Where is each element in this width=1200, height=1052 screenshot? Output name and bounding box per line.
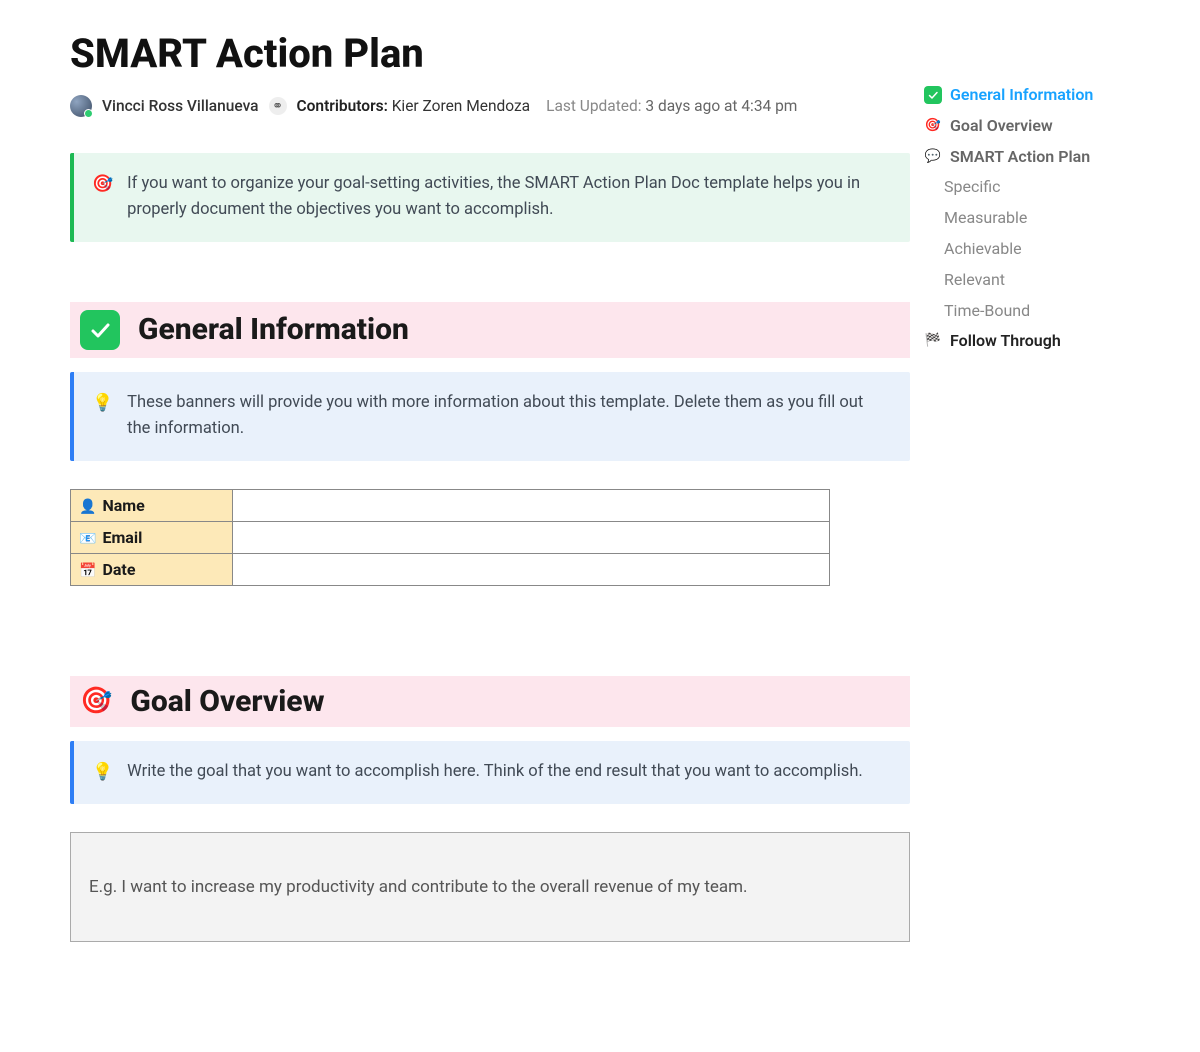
table-row: 👤Name [71,489,830,521]
field-input-email[interactable] [233,521,830,553]
contributors-icon: ⚭ [269,97,287,115]
outline-item-measurable[interactable]: Measurable [920,203,1160,234]
outline-item-follow[interactable]: 🏁 Follow Through [920,326,1160,357]
field-label-date: 📅Date [71,553,233,585]
general-fields-table: 👤Name 📧Email 📅Date [70,489,830,586]
section-title-goal: Goal Overview [130,684,324,719]
last-updated: Last Updated: 3 days ago at 4:34 pm [546,97,797,115]
lightbulb-icon: 💡 [92,759,113,786]
checkered-flag-icon: 🏁 [924,333,942,351]
outline-item-relevant[interactable]: Relevant [920,265,1160,296]
table-row: 📅Date [71,553,830,585]
field-label-email: 📧Email [71,521,233,553]
document-main: SMART Action Plan Vincci Ross Villanueva… [0,0,910,942]
table-row: 📧Email [71,521,830,553]
intro-banner-text: If you want to organize your goal-settin… [127,171,888,224]
goal-banner-text: Write the goal that you want to accompli… [127,759,863,786]
target-icon: 🎯 [924,117,942,135]
page-title: SMART Action Plan [70,30,910,77]
author-name[interactable]: Vincci Ross Villanueva [102,97,259,115]
meta-row: Vincci Ross Villanueva ⚭ Contributors: K… [70,95,910,117]
goal-input-box[interactable]: E.g. I want to increase my productivity … [70,832,910,942]
outline-item-general[interactable]: General Information [920,80,1160,111]
section-title-general: General Information [138,312,409,347]
contributors-label: Contributors: Kier Zoren Mendoza [297,97,531,115]
lightbulb-icon: 💡 [92,390,113,443]
check-icon [80,310,120,350]
target-icon: 🎯 [92,171,113,224]
field-input-date[interactable] [233,553,830,585]
field-label-name: 👤Name [71,489,233,521]
outline-item-timebound[interactable]: Time-Bound [920,296,1160,327]
general-banner-text: These banners will provide you with more… [127,390,888,443]
outline-item-specific[interactable]: Specific [920,172,1160,203]
general-info-banner: 💡 These banners will provide you with mo… [70,372,910,461]
target-icon: 🎯 [80,686,112,716]
section-header-goal: 🎯 Goal Overview [70,676,910,727]
outline-item-goal[interactable]: 🎯 Goal Overview [920,111,1160,142]
intro-banner: 🎯 If you want to organize your goal-sett… [70,153,910,242]
check-icon [924,86,942,104]
outline-sidebar: General Information 🎯 Goal Overview 💬 SM… [910,0,1160,357]
field-input-name[interactable] [233,489,830,521]
author-avatar[interactable] [70,95,92,117]
section-header-general: General Information [70,302,910,358]
outline-item-smart[interactable]: 💬 SMART Action Plan [920,142,1160,173]
outline-item-achievable[interactable]: Achievable [920,234,1160,265]
speech-bubble-icon: 💬 [924,148,942,166]
goal-banner: 💡 Write the goal that you want to accomp… [70,741,910,804]
